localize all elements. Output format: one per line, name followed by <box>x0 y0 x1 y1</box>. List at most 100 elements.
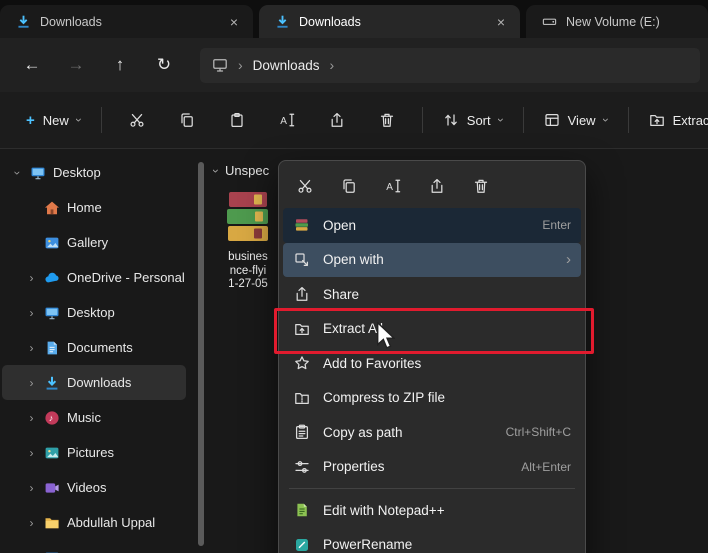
navigation-bar: ← → ↑ ↻ › Downloads › <box>0 38 708 92</box>
sidebar-item-pictures[interactable]: › Pictures <box>2 435 186 470</box>
breadcrumb[interactable]: Downloads <box>253 58 320 73</box>
menu-item-label: Copy as path <box>323 424 403 440</box>
delete-button[interactable] <box>367 103 407 137</box>
new-label: New <box>42 112 69 128</box>
sidebar-item-onedrive[interactable]: › OneDrive - Personal <box>2 260 186 295</box>
desktop-icon <box>30 165 46 181</box>
copy-icon <box>341 178 357 194</box>
sidebar-item-downloads[interactable]: › Downloads <box>2 365 186 400</box>
tab-downloads-2-active[interactable]: Downloads × <box>259 5 520 38</box>
sidebar-item-label: Music <box>67 410 101 425</box>
plus-icon: + <box>26 111 35 129</box>
address-bar[interactable]: › Downloads › <box>200 47 700 83</box>
new-button[interactable]: + New › <box>16 104 91 137</box>
menu-item-open[interactable]: Open Enter <box>283 208 581 243</box>
copy-button[interactable] <box>333 171 365 201</box>
videos-icon <box>44 480 60 496</box>
menu-item-label: Open <box>323 217 357 233</box>
view-button[interactable]: View › <box>534 104 618 136</box>
share-icon <box>294 286 310 302</box>
chevron-right-icon[interactable]: › <box>26 271 37 285</box>
chevron-right-icon[interactable]: › <box>26 411 37 425</box>
copy-icon <box>179 112 195 128</box>
chevron-right-icon[interactable]: › <box>26 446 37 460</box>
menu-item-powerrename[interactable]: PowerRename <box>283 528 581 553</box>
menu-item-edit-with-notepadpp[interactable]: Edit with Notepad++ <box>283 493 581 528</box>
file-name-line: 1-27-05 <box>228 278 268 290</box>
close-tab-icon[interactable]: × <box>223 11 245 33</box>
menu-item-share[interactable]: Share <box>283 277 581 312</box>
home-icon <box>44 200 60 216</box>
refresh-button[interactable]: ↻ <box>142 46 186 84</box>
chevron-right-icon[interactable]: › <box>26 376 37 390</box>
extract-all-toolbar-button[interactable]: Extract a <box>639 104 708 136</box>
sidebar-item-home[interactable]: Home <box>2 190 186 225</box>
sidebar-item-label: OneDrive - Personal <box>67 270 185 285</box>
up-button[interactable]: ↑ <box>98 46 142 84</box>
forward-icon: → <box>67 55 85 74</box>
menu-item-label: Properties <box>323 459 385 475</box>
menu-separator <box>289 488 575 489</box>
gallery-icon <box>44 235 60 251</box>
menu-item-label: Extract All <box>323 321 384 337</box>
cut-button[interactable] <box>289 171 321 201</box>
back-button[interactable]: ← <box>10 46 54 84</box>
menu-item-label: Share <box>323 286 360 302</box>
sidebar-item-desktop-root[interactable]: › Desktop <box>2 155 186 190</box>
forward-button[interactable]: → <box>54 46 98 84</box>
group-header[interactable]: › Unspec <box>209 163 269 178</box>
menu-item-open-with[interactable]: Open with › <box>283 242 581 277</box>
sidebar-item-label: Documents <box>67 340 133 355</box>
chevron-down-icon[interactable]: › <box>11 167 25 178</box>
sidebar-item-documents[interactable]: › Documents <box>2 330 186 365</box>
sidebar-item-label: Videos <box>67 480 107 495</box>
sidebar-item-music[interactable]: › Music <box>2 400 186 435</box>
sidebar-item-this-pc[interactable]: › <box>2 540 186 553</box>
breadcrumb-chevron-icon: › <box>329 57 335 73</box>
share-button[interactable] <box>421 171 453 201</box>
tab-downloads-1[interactable]: Downloads × <box>0 5 253 38</box>
menu-item-properties[interactable]: Properties Alt+Enter <box>283 450 581 485</box>
menu-item-add-to-favorites[interactable]: Add to Favorites <box>283 346 581 381</box>
sidebar-item-gallery[interactable]: Gallery <box>2 225 186 260</box>
view-icon <box>544 112 560 128</box>
drive-icon <box>542 14 557 29</box>
file-item-rar-archive[interactable]: busines nce-flyi 1-27-05 <box>216 190 280 292</box>
winrar-archive-icon <box>227 192 268 241</box>
rename-icon <box>279 112 295 128</box>
sidebar-item-videos[interactable]: › Videos <box>2 470 186 505</box>
chevron-right-icon[interactable]: › <box>26 516 37 530</box>
chevron-right-icon[interactable]: › <box>26 341 37 355</box>
sidebar-scrollbar[interactable] <box>198 162 204 546</box>
chevron-right-icon[interactable]: › <box>26 481 37 495</box>
back-icon: ← <box>23 55 41 74</box>
copy-button[interactable] <box>167 103 207 137</box>
view-label: View <box>567 112 596 128</box>
rename-button[interactable] <box>377 171 409 201</box>
menu-item-copy-as-path[interactable]: Copy as path Ctrl+Shift+C <box>283 415 581 450</box>
tab-label: Downloads <box>299 14 361 29</box>
sidebar-item-user-folder[interactable]: › Abdullah Uppal <box>2 505 186 540</box>
extract-label: Extract a <box>672 112 708 128</box>
rename-button[interactable] <box>267 103 307 137</box>
sort-button[interactable]: Sort › <box>433 104 513 136</box>
this-pc-icon <box>212 57 228 73</box>
menu-item-extract-all[interactable]: Extract All <box>283 312 581 347</box>
menu-item-compress-to-zip[interactable]: Compress to ZIP file <box>283 381 581 416</box>
trash-icon <box>379 112 395 128</box>
delete-button[interactable] <box>465 171 497 201</box>
tab-new-volume[interactable]: New Volume (E:) <box>526 5 708 38</box>
share-button[interactable] <box>317 103 357 137</box>
chevron-down-icon: › <box>598 118 613 122</box>
close-tab-icon[interactable]: × <box>490 11 512 33</box>
open-with-icon <box>294 252 310 268</box>
downloads-icon <box>44 375 60 391</box>
zip-folder-icon <box>294 390 310 406</box>
paste-button[interactable] <box>217 103 257 137</box>
sidebar-item-desktop[interactable]: › Desktop <box>2 295 186 330</box>
chevron-right-icon[interactable]: › <box>26 306 37 320</box>
star-icon <box>294 355 310 371</box>
submenu-chevron-icon: › <box>566 251 571 269</box>
file-explorer-window: Downloads × Downloads × New Volume (E:) … <box>0 0 708 553</box>
cut-button[interactable] <box>117 103 157 137</box>
